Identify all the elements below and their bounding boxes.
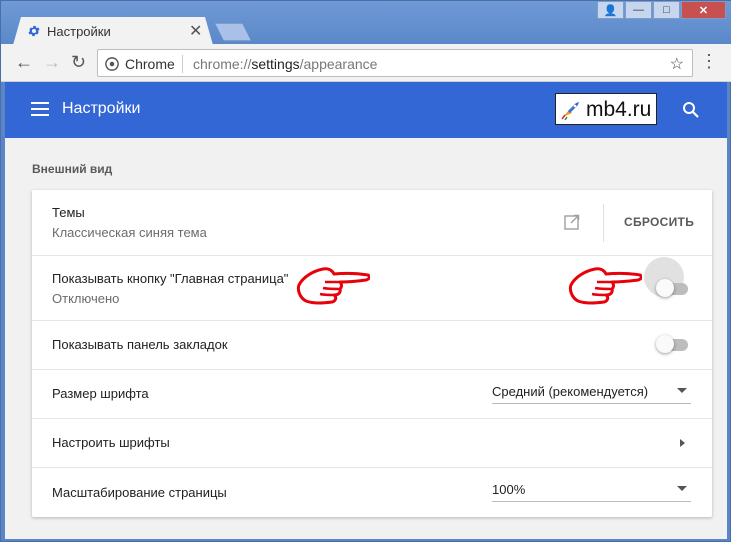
minimize-button[interactable]: — <box>625 1 652 19</box>
search-icon[interactable] <box>681 100 701 120</box>
settings-page: Внешний вид Темы Классическая синяя тема… <box>5 138 727 539</box>
page-zoom-select[interactable]: 100% <box>492 480 691 502</box>
dropdown-arrow-icon <box>677 388 687 393</box>
page-zoom-label: Масштабирование страницы <box>52 485 227 500</box>
page-title: Настройки <box>62 100 141 117</box>
maximize-button[interactable]: □ <box>653 1 680 19</box>
browser-window: Настройки ✕ 👤 — □ ✕ ← → ↻ Chrome chrome:… <box>0 0 731 542</box>
pointing-hand-annotation-icon <box>568 267 642 305</box>
font-size-label: Размер шрифта <box>52 386 149 401</box>
browser-toolbar: ← → ↻ Chrome chrome://settings/appearanc… <box>1 44 731 82</box>
logo-text: mb4.ru <box>586 98 652 121</box>
page-zoom-value: 100% <box>492 482 526 497</box>
row-page-zoom: Масштабирование страницы 100% <box>32 467 712 517</box>
user-icon[interactable]: 👤 <box>597 1 624 19</box>
omnibox-chrome-label: Chrome <box>125 56 175 72</box>
reload-icon[interactable]: ↻ <box>71 52 86 73</box>
address-bar[interactable]: Chrome chrome://settings/appearance ☆ <box>97 49 693 77</box>
url-host: settings <box>251 56 300 72</box>
url-path: /appearance <box>299 56 378 72</box>
pointing-hand-annotation-icon <box>296 267 370 305</box>
title-bar: Настройки ✕ 👤 — □ ✕ <box>1 1 731 45</box>
font-size-select[interactable]: Средний (рекомендуется) <box>492 382 691 404</box>
back-icon[interactable]: ← <box>15 52 33 73</box>
vertical-divider <box>603 204 604 242</box>
reset-theme-button[interactable]: СБРОСИТЬ <box>624 215 694 229</box>
hamburger-menu-icon[interactable] <box>31 102 49 116</box>
bookmark-star-icon[interactable]: ☆ <box>670 54 684 74</box>
chevron-right-icon <box>680 439 685 447</box>
section-title: Внешний вид <box>32 162 113 176</box>
customize-fonts-label: Настроить шрифты <box>52 435 170 450</box>
row-theme: Темы Классическая синяя тема СБРОСИТЬ <box>32 190 712 255</box>
new-tab-button[interactable] <box>215 23 251 41</box>
home-button-label: Показывать кнопку "Главная страница" <box>52 271 289 286</box>
url-prefix: chrome:// <box>193 56 252 72</box>
theme-value: Классическая синяя тема <box>52 225 207 240</box>
chrome-icon <box>105 57 119 71</box>
close-button[interactable]: ✕ <box>681 1 726 19</box>
row-customize-fonts[interactable]: Настроить шрифты <box>32 418 712 467</box>
watermark-logo: mb4.ru <box>555 93 657 125</box>
url-text[interactable]: chrome://settings/appearance <box>193 56 377 72</box>
home-button-toggle[interactable] <box>656 279 690 297</box>
chrome-menu-icon[interactable]: ⋮ <box>700 51 718 72</box>
external-link-icon[interactable] <box>564 214 580 230</box>
window-controls: 👤 — □ ✕ <box>597 1 726 19</box>
dropdown-arrow-icon <box>677 486 687 491</box>
appearance-card: Темы Классическая синяя тема СБРОСИТЬ По… <box>32 190 712 517</box>
gear-icon <box>28 25 40 37</box>
tab-close-icon[interactable]: ✕ <box>189 21 202 41</box>
settings-header: Настройки mb4.ru <box>5 82 727 138</box>
forward-icon[interactable]: → <box>43 52 61 73</box>
tab-settings[interactable]: Настройки ✕ <box>13 17 213 45</box>
font-size-value: Средний (рекомендуется) <box>492 384 649 399</box>
rocket-icon <box>561 102 579 120</box>
row-bookmarks-bar: Показывать панель закладок <box>32 320 712 369</box>
bookmarks-bar-toggle[interactable] <box>656 335 690 353</box>
omnibox-separator <box>182 55 183 73</box>
bookmarks-bar-label: Показывать панель закладок <box>52 337 228 352</box>
theme-label: Темы <box>52 205 85 220</box>
tab-title: Настройки <box>47 24 111 39</box>
row-font-size: Размер шрифта Средний (рекомендуется) <box>32 369 712 418</box>
home-button-status: Отключено <box>52 291 120 306</box>
